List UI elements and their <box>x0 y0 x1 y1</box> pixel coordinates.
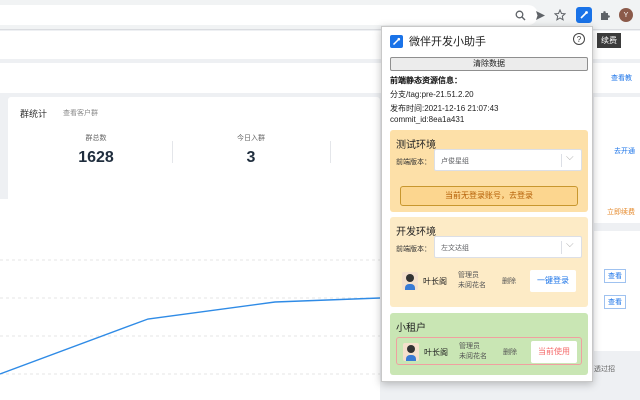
version-label: 前端版本： <box>396 246 431 253</box>
right-column: 查看教 去开通 立即续费 查看 查看 透过招 <box>590 31 640 400</box>
view-button[interactable]: 查看 <box>604 269 626 283</box>
chevron-down-icon: ⌵ <box>566 239 574 250</box>
commit-id: commit_id:8ea1a431 <box>390 115 465 124</box>
user-avatar <box>403 343 419 361</box>
account-row: 叶长阁 管理员 未阅花名 删除 当前使用 <box>396 337 582 365</box>
stat-total-groups: 群总数 1628 <box>16 133 176 167</box>
popup-header: 微伴开发小助手 <box>390 33 486 49</box>
role-line: 管理员 <box>459 343 480 350</box>
view-tutorial-link[interactable]: 查看教 <box>611 73 632 83</box>
right-card <box>594 97 640 223</box>
view-groups-link[interactable]: 查看客户群 <box>63 108 98 118</box>
send-icon[interactable] <box>533 8 547 22</box>
star-icon[interactable] <box>553 8 567 22</box>
stat-value: 1628 <box>78 149 114 166</box>
version-select[interactable]: 卢俊星组 ⌵ <box>434 149 582 171</box>
zoom-icon[interactable] <box>513 8 527 22</box>
trend-chart <box>0 199 380 400</box>
group-stats-title: 群统计 <box>20 109 48 119</box>
delete-button[interactable]: 删除 <box>502 276 516 286</box>
env-test: 测试环境 前端版本： 卢俊星组 ⌵ 当前无登录账号，去登录 <box>390 130 588 212</box>
stat-today-joined: 今日入群 3 <box>171 133 331 167</box>
renew-now-link[interactable]: 立即续费 <box>607 207 635 217</box>
popup-title: 微伴开发小助手 <box>409 36 486 48</box>
env-title: 开发环境 <box>396 227 436 238</box>
user-role: 管理员 未阅花名 <box>459 342 487 362</box>
select-divider <box>561 154 562 167</box>
env-dev: 开发环境 前端版本： 左文达组 ⌵ 叶长阁 管理员 未阅花名 删除 一键登录 <box>390 217 588 307</box>
profile-avatar[interactable]: Y <box>619 8 633 22</box>
stat-value: 3 <box>246 149 256 166</box>
stat-label: 群总数 <box>85 135 107 142</box>
static-info-label: 前端静态资源信息： <box>390 76 462 85</box>
clear-data-button[interactable]: 清除数据 <box>390 57 588 71</box>
version-select[interactable]: 左文达组 ⌵ <box>434 236 582 258</box>
puzzle-icon[interactable] <box>597 8 611 22</box>
branch-info: 分支/tag:pre-21.51.2.20 <box>390 90 474 99</box>
role-line: 未阅花名 <box>458 282 486 289</box>
role-line: 未阅花名 <box>459 353 487 360</box>
delete-button[interactable]: 删除 <box>503 347 517 357</box>
dev-helper-popup: 微伴开发小助手 ? 清除数据 前端静态资源信息： 分支/tag:pre-21.5… <box>381 26 593 382</box>
publish-time: 发布时间:2021-12-16 21:07:43 <box>390 104 499 113</box>
trend-chart-svg <box>0 259 380 375</box>
view-button[interactable]: 查看 <box>604 295 626 309</box>
activate-link[interactable]: 去开通 <box>614 146 635 156</box>
account-row: 叶长阁 管理员 未阅花名 删除 一键登录 <box>396 267 582 295</box>
right-card <box>594 231 640 351</box>
env-title: 测试环境 <box>396 140 436 151</box>
select-divider <box>561 241 562 254</box>
address-bar[interactable] <box>0 5 538 25</box>
user-name: 叶长阁 <box>424 348 448 357</box>
select-value: 左文达组 <box>441 245 469 252</box>
role-line: 管理员 <box>458 272 479 279</box>
help-icon[interactable]: ? <box>573 33 585 45</box>
version-label: 前端版本： <box>396 159 431 166</box>
current-use-button[interactable]: 当前使用 <box>531 341 577 363</box>
wrench-icon <box>390 34 403 48</box>
right-text: 透过招 <box>594 366 615 373</box>
user-name: 叶长阁 <box>423 277 447 286</box>
stat-divider <box>330 141 331 163</box>
stat-label: 今日入群 <box>237 135 265 142</box>
go-login-button[interactable]: 当前无登录账号，去登录 <box>400 186 578 206</box>
chevron-down-icon: ⌵ <box>566 152 574 163</box>
user-avatar <box>402 272 418 290</box>
env-title: 小租户 <box>396 323 426 334</box>
user-role: 管理员 未阅花名 <box>458 271 486 291</box>
env-tenant: 小租户 叶长阁 管理员 未阅花名 删除 当前使用 <box>390 313 588 375</box>
select-value: 卢俊星组 <box>441 158 469 165</box>
one-click-login-button[interactable]: 一键登录 <box>530 270 576 292</box>
extension-active-icon[interactable] <box>576 7 592 23</box>
